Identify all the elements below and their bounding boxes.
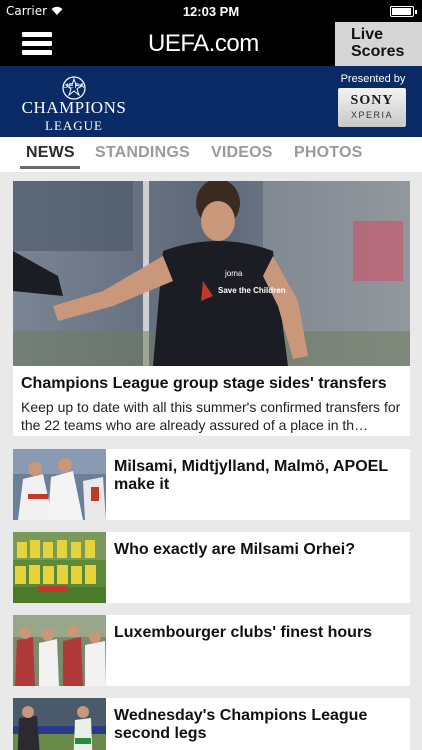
lead-article-summary: Keep up to date with all this summer's c…	[21, 399, 401, 433]
presented-by-label: Presented by	[340, 73, 406, 85]
app-header: UEFA.com Live Scores	[0, 22, 422, 66]
logo-league-text: LEAGUE	[45, 118, 103, 133]
sponsor-logo[interactable]: SONY XPERIA	[338, 88, 406, 127]
news-thumbnail	[13, 615, 106, 686]
shirt-sponsor: Save the Children	[218, 286, 286, 295]
news-thumbnail	[13, 698, 106, 750]
sponsor-name: SONY	[350, 93, 394, 108]
live-scores-button[interactable]: Live Scores	[335, 22, 422, 66]
tab-photos[interactable]: PHOTOS	[294, 144, 362, 162]
logo-champions-text: CHAMPIONS	[21, 98, 127, 117]
live-scores-label-line2: Scores	[351, 43, 405, 60]
active-tab-indicator	[20, 166, 80, 169]
shirt-brand: joma	[224, 269, 243, 278]
champions-league-logo: UEFA CHAMPIONS LEAGUE	[16, 74, 132, 133]
news-title: Who exactly are Milsami Orhei?	[114, 541, 355, 558]
logo-uefa-text: UEFA	[62, 83, 86, 90]
status-time: 12:03 PM	[182, 4, 240, 19]
lead-article-card[interactable]: joma Save the Children Champions League …	[13, 181, 410, 436]
tab-news[interactable]: NEWS	[26, 144, 75, 162]
news-title: Milsami, Midtjylland, Malmö, APOEL make …	[114, 458, 388, 493]
news-thumbnail	[13, 449, 106, 520]
lead-article-photo: joma Save the Children	[13, 181, 410, 366]
status-bar: Carrier 12:03 PM	[0, 0, 422, 22]
news-item[interactable]: Milsami, Midtjylland, Malmö, APOEL make …	[13, 449, 410, 520]
menu-icon[interactable]	[22, 31, 52, 57]
site-logo[interactable]: UEFA.com	[148, 30, 259, 58]
tab-videos[interactable]: VIDEOS	[211, 144, 273, 162]
news-thumbnail	[13, 532, 106, 603]
news-item[interactable]: Luxembourger clubs' finest hours	[13, 615, 410, 686]
lead-article-title: Champions League group stage sides' tran…	[21, 375, 387, 392]
news-item[interactable]: Wednesday's Champions League second legs	[13, 698, 410, 750]
battery-icon	[390, 6, 417, 17]
sponsor-sub: XPERIA	[350, 110, 393, 120]
live-scores-label-line1: Live	[351, 26, 384, 43]
news-title: Wednesday's Champions League second legs	[114, 707, 368, 742]
tab-standings[interactable]: STANDINGS	[95, 144, 190, 162]
news-title: Luxembourger clubs' finest hours	[114, 624, 373, 641]
news-item[interactable]: Who exactly are Milsami Orhei?	[13, 532, 410, 603]
